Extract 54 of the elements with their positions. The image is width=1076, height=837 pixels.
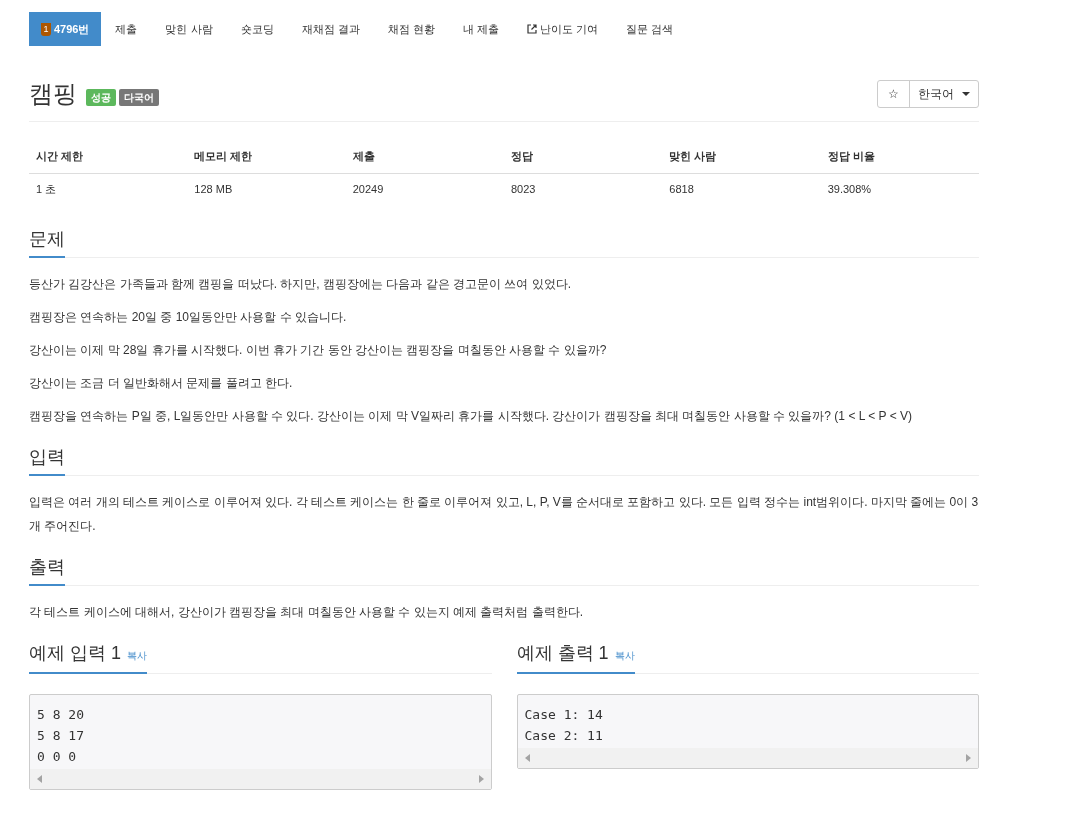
section-heading: 입력 [29,444,65,476]
column-header: 제출 [352,150,375,162]
section-heading: 문제 [29,226,65,258]
column-header: 정답 비율 [827,150,875,162]
external-link-icon [526,24,537,34]
paragraph: 캠핑장은 연속하는 20일 중 10일동안만 사용할 수 있습니다. [29,309,348,326]
code-line: Case 1: 14 [524,706,604,724]
paragraph: 강산이는 조금 더 일반화해서 문제를 풀려고 한다. [29,375,294,392]
horizontal-scrollbar[interactable] [30,769,491,789]
nav-tab[interactable]: 내 제출 [448,12,513,46]
paragraph: 각 테스트 케이스에 대해서, 강산이가 캠핑장을 최대 며칠동안 사용할 수 있는지 예제 출력처럼 출력한다. [29,604,584,621]
nav-tab[interactable]: 맞힌 사람 [151,12,227,46]
horizontal-scrollbar[interactable] [517,748,978,768]
column-header: 맞힌 사람 [669,150,717,162]
paragraph: 입력은 여러 개의 테스트 케이스로 이루어져 있다. 각 테스트 케이스는 한 줄로 이루어져 있고, L, P, V를 순서대로 포함하고 있다. 모든 입력 정수는 int범위이다. 마지막 줄에는 0이 3개 주어진다. [29,494,979,535]
language-dropdown[interactable]: 한국어 [910,81,978,107]
caret-icon [962,92,970,96]
table-cell: 8023 [511,182,536,195]
tier-badge-icon: 1 [41,22,51,36]
scroll-right-icon[interactable] [966,754,971,762]
scroll-right-icon[interactable] [478,775,484,783]
status-label: 다국어 [119,89,159,106]
paragraph: 캠핑장을 연속하는 P일 중, L일동안만 사용할 수 있다. 강산이는 이제 막 V일짜리 휴가를 시작했다. 강산이가 캠핑장을 최대 며칠동안 사용할 수 있을까? (1 < L < P < V) [29,408,914,425]
nav-tab[interactable]: 숏코딩 [226,12,288,46]
nav-tab[interactable]: 재채점 결과 [287,12,374,46]
problem-title: 캠핑 [29,79,77,109]
table-cell: 6818 [669,182,694,195]
nav-tab[interactable]: 질문 검색 [611,12,687,46]
star-button[interactable]: ☆ [878,81,910,107]
section-heading: 출력 [29,554,65,586]
nav-tab[interactable]: 1 4796번 [29,12,102,46]
status-label: 성공 [86,89,116,106]
copy-link[interactable]: 복사 [614,648,635,663]
code-line: 0 0 0 [37,748,78,766]
paragraph: 등산가 김강산은 가족들과 함께 캠핑을 떠났다. 하지만, 캠핑장에는 다음과 같은 경고문이 쓰여 있었다. [29,276,572,293]
paragraph: 강산이는 이제 막 28일 휴가를 시작했다. 이번 휴가 기간 동안 강산이는 캠핑장을 며칠동안 사용할 수 있을까? [29,342,608,359]
table-cell: 128 MB [194,182,233,195]
copy-link[interactable]: 복사 [127,648,147,663]
column-header: 시간 제한 [36,150,84,162]
sample-heading: 예제 출력 1 [516,642,609,665]
column-header: 정답 [511,150,533,162]
nav-tab[interactable]: 채점 현황 [373,12,449,46]
column-header: 메모리 제한 [194,150,253,162]
table-cell: 1 초 [36,182,57,195]
nav-tab[interactable]: 난이도 기여 [512,12,612,46]
code-line: 5 8 20 [37,706,85,724]
sample-heading: 예제 입력 1 [29,642,121,665]
scroll-left-icon[interactable] [37,775,42,783]
table-cell: 39.308% [827,182,872,195]
nav-tab[interactable]: 제출 [101,12,152,46]
code-line: 5 8 17 [37,727,85,745]
table-cell: 20249 [352,182,384,195]
scroll-left-icon[interactable] [524,754,530,762]
code-line: Case 2: 11 [524,727,604,745]
